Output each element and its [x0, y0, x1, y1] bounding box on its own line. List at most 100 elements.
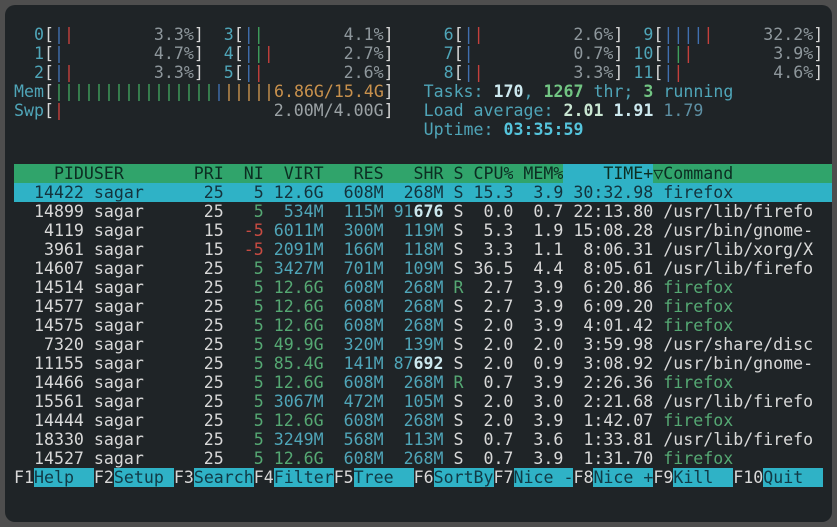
green-tick: | — [254, 25, 264, 44]
shr-part: 268M — [404, 411, 444, 430]
user-value: sagar — [84, 373, 144, 392]
column-header-command[interactable]: Command — [663, 164, 832, 183]
cell-ni: 5 — [224, 373, 264, 392]
orange-tick: | — [264, 82, 274, 101]
fkey-f2-setup[interactable]: F2Setup — [94, 468, 174, 487]
fkey-f3-search[interactable]: F3Search — [174, 468, 254, 487]
ni-value: 5 — [254, 392, 264, 411]
cell-pri: 25 — [184, 202, 224, 221]
column-header-shr[interactable]: SHR — [384, 164, 444, 183]
ni-value: 5 — [254, 297, 264, 316]
process-row[interactable]: 14577 sagar25512.6G608M268MS2.73.96:09.2… — [14, 297, 832, 316]
s-value: S — [454, 449, 464, 468]
pri-value: 25 — [204, 202, 224, 221]
pid-value: 14466 — [34, 373, 84, 392]
cpu-value: 0.0 — [483, 202, 513, 221]
fkey-f9-kill[interactable]: F9Kill — [653, 468, 733, 487]
process-row[interactable]: 14575 sagar25512.6G608M268MS2.03.94:01.4… — [14, 316, 832, 335]
fkey-f5-tree[interactable]: F5Tree — [334, 468, 414, 487]
process-row[interactable]: 7320 sagar25549.9G320M139MS2.02.03:59.98… — [14, 335, 832, 354]
process-row[interactable]: 14422 sagar25512.6G608M268MS15.33.930:32… — [14, 183, 832, 202]
process-row[interactable]: 18330 sagar2553249M568M113MS0.73.61:33.8… — [14, 430, 832, 449]
mem-value: 1.9 — [533, 221, 563, 240]
open-bracket: [ — [234, 44, 244, 63]
red-tick: | — [474, 25, 484, 44]
process-row[interactable]: 14444 sagar25512.6G608M268MS2.03.91:42.0… — [14, 411, 832, 430]
column-header-cpu[interactable]: CPU% — [464, 164, 514, 183]
process-row[interactable]: 11155 sagar25585.4G141M87692S2.00.93:08.… — [14, 354, 832, 373]
column-header-pri[interactable]: PRI — [184, 164, 224, 183]
column-header-user[interactable]: USER — [84, 164, 184, 183]
meter-value: 3.3% — [154, 63, 194, 82]
command-value: firefox — [663, 449, 733, 468]
column-header-s[interactable]: S — [444, 164, 464, 183]
cell-command: firefox — [663, 297, 832, 316]
column-header-time[interactable]: TIME+ — [563, 164, 653, 183]
green-tick: | — [54, 82, 64, 101]
process-row[interactable]: 14607 sagar2553427M701M109MS36.54.48:05.… — [14, 259, 832, 278]
res-value: 115M — [344, 202, 384, 221]
column-header-ni[interactable]: NI — [224, 164, 264, 183]
gap — [653, 430, 663, 449]
process-row[interactable]: 14899 sagar255534M115M91676S0.00.722:13.… — [14, 202, 832, 221]
meter-ticks: ||||| — [663, 25, 713, 44]
cpu-meter-2: 2[||3.3%] — [14, 63, 204, 82]
fkey-number: F5 — [334, 468, 354, 487]
cell-mem: 3.9 — [513, 373, 563, 392]
close-bracket: ] — [813, 25, 823, 44]
process-row[interactable]: 14527 sagar25512.6G608M268MS0.73.91:31.7… — [14, 449, 832, 468]
blue-tick: | — [683, 25, 693, 44]
ni-value: -5 — [244, 240, 264, 259]
cell-s: S — [444, 430, 464, 449]
cell-s: S — [444, 240, 464, 259]
meter-label: 0 — [14, 25, 44, 44]
column-header-mem[interactable]: MEM% — [513, 164, 563, 183]
process-row[interactable]: 14514 sagar25512.6G608M268MR2.73.96:20.8… — [14, 278, 832, 297]
pid-value: 14514 — [34, 278, 84, 297]
cell-s: S — [444, 297, 464, 316]
fkey-f6-sortby[interactable]: F6SortBy — [414, 468, 494, 487]
process-row[interactable]: 3961 sagar15-52091M166M118MS3.31.18:06.3… — [14, 240, 832, 259]
cell-cpu: 15.3 — [464, 183, 514, 202]
shr-part: 109M — [404, 259, 444, 278]
cell-virt: 12.6G — [264, 316, 324, 335]
fkey-f10-quit[interactable]: F10Quit — [733, 468, 823, 487]
cell-command: firefox — [663, 183, 832, 202]
green-tick: | — [184, 82, 194, 101]
meter-bar: |||||32.2% — [663, 25, 813, 44]
cell-mem: 0.7 — [513, 202, 563, 221]
column-header-virt[interactable]: VIRT — [264, 164, 324, 183]
mem-value: 2.0 — [533, 335, 563, 354]
fkey-label: Search — [194, 468, 254, 487]
res-value: 608M — [344, 278, 384, 297]
fkey-f4-filter[interactable]: F4Filter — [254, 468, 334, 487]
cell-user: sagar — [84, 316, 184, 335]
process-row[interactable]: 4119 sagar15-56011M300M119MS5.31.915:08.… — [14, 221, 832, 240]
pid-value: 14899 — [34, 202, 84, 221]
cell-pid: 14422 — [14, 183, 84, 202]
process-row[interactable]: 15561 sagar2553067M472M105MS2.03.02:21.6… — [14, 392, 832, 411]
shr-part: 268M — [404, 449, 444, 468]
column-header-pid[interactable]: PID — [14, 164, 84, 183]
cpu-meter-1: 1[|4.7%] — [14, 44, 204, 63]
time-value: 3:59.98 — [583, 335, 653, 354]
cell-ni: 5 — [224, 297, 264, 316]
cell-s: S — [444, 202, 464, 221]
cell-pid: 14899 — [14, 202, 84, 221]
cell-mem: 3.9 — [513, 316, 563, 335]
meter-label: 10 — [623, 44, 653, 63]
spacer — [394, 44, 424, 63]
column-header-res[interactable]: RES — [324, 164, 384, 183]
ni-value: 5 — [254, 278, 264, 297]
meter-value: 4.6% — [773, 63, 813, 82]
cell-pri: 25 — [184, 183, 224, 202]
shr-part: 268M — [404, 183, 444, 202]
cell-cpu: 5.3 — [464, 221, 514, 240]
fkey-f7-nice--[interactable]: F7Nice - — [494, 468, 574, 487]
fkey-f8-nice-+[interactable]: F8Nice + — [573, 468, 653, 487]
time-value: 1:31.70 — [583, 449, 653, 468]
cell-mem: 3.9 — [513, 411, 563, 430]
blue-tick: | — [244, 25, 254, 44]
fkey-f1-help[interactable]: F1Help — [14, 468, 94, 487]
process-row[interactable]: 14466 sagar25512.6G608M268MR0.73.92:26.3… — [14, 373, 832, 392]
